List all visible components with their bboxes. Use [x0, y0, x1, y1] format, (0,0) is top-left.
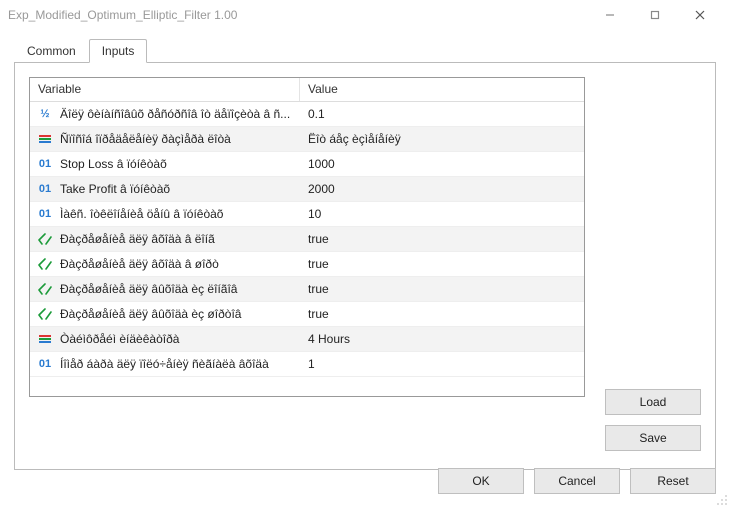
variable-cell: Ðàçðåøåíèå äëÿ âõîäà â øîðò	[30, 257, 300, 271]
table-row[interactable]: ½ Äîëÿ ôèíàíñîâûõ ðåñóðñîâ îò äåïîçèòà â …	[30, 102, 584, 127]
save-button[interactable]: Save	[605, 425, 701, 451]
variable-cell: 01 Take Profit â ïóíêòàõ	[30, 182, 300, 196]
variable-label: Ðàçðåøåíèå äëÿ âõîäà â øîðò	[60, 257, 219, 271]
tab-strip: Common Inputs	[14, 38, 716, 62]
variable-cell: 01 Íîìåð áàðà äëÿ ïîëó÷åíèÿ ñèãíàëà âõîäà	[30, 357, 300, 371]
title-bar: Exp_Modified_Optimum_Elliptic_Filter 1.0…	[0, 0, 730, 30]
variable-label: Take Profit â ïóíêòàõ	[60, 182, 170, 196]
integer-type-icon: 01	[36, 183, 54, 195]
inputs-panel: Variable Value ½ Äîëÿ ôèíàíñîâûõ ðåñóðñîâ…	[14, 62, 716, 470]
integer-type-icon: 01	[36, 208, 54, 220]
variable-label: Íîìåð áàðà äëÿ ïîëó÷åíèÿ ñèãíàëà âõîäà	[60, 357, 269, 371]
table-row[interactable]: Ðàçðåøåíèå äëÿ âõîäà â øîðò true	[30, 252, 584, 277]
enum-type-icon	[36, 135, 54, 143]
maximize-button[interactable]	[632, 0, 677, 30]
table-row[interactable]: 01 Stop Loss â ïóíêòàõ 1000	[30, 152, 584, 177]
tab-common[interactable]: Common	[14, 39, 89, 63]
side-buttons: Load Save	[605, 389, 701, 451]
boolean-type-icon	[36, 308, 54, 320]
variable-label: Ðàçðåøåíèå äëÿ âõîäà â ëîíã	[60, 232, 215, 246]
variable-label: Òàéìôðåéì èíäèêàòîðà	[60, 332, 179, 346]
variable-label: Ðàçðåøåíèå äëÿ âûõîäà èç ëîíãîâ	[60, 282, 237, 296]
header-variable[interactable]: Variable	[30, 78, 300, 101]
variable-cell: 01 Stop Loss â ïóíêòàõ	[30, 157, 300, 171]
table-row[interactable]: Ðàçðåøåíèå äëÿ âûõîäà èç øîðòîâ true	[30, 302, 584, 327]
ok-button[interactable]: OK	[438, 468, 524, 494]
table-row[interactable]: 01 Take Profit â ïóíêòàõ 2000	[30, 177, 584, 202]
value-cell[interactable]: 1	[300, 357, 584, 371]
minimize-button[interactable]	[587, 0, 632, 30]
variable-cell: Ðàçðåøåíèå äëÿ âûõîäà èç ëîíãîâ	[30, 282, 300, 296]
boolean-type-icon	[36, 258, 54, 270]
integer-type-icon: 01	[36, 358, 54, 370]
boolean-type-icon	[36, 283, 54, 295]
variable-cell: Ðàçðåøåíèå äëÿ âûõîäà èç øîðòîâ	[30, 307, 300, 321]
tab-inputs[interactable]: Inputs	[89, 39, 148, 63]
table-row[interactable]: Ñïîñîá îïðåäåëåíèÿ ðàçìåðà ëîòà Ëîò áåç è…	[30, 127, 584, 152]
value-cell[interactable]: 1000	[300, 157, 584, 171]
variable-label: Ìàêñ. îòêëîíåíèå öåíû â ïóíêòàõ	[60, 207, 223, 221]
cancel-button[interactable]: Cancel	[534, 468, 620, 494]
table-row[interactable]: Ðàçðåøåíèå äëÿ âûõîäà èç ëîíãîâ true	[30, 277, 584, 302]
boolean-type-icon	[36, 233, 54, 245]
parameters-grid[interactable]: Variable Value ½ Äîëÿ ôèíàíñîâûõ ðåñóðñîâ…	[29, 77, 585, 397]
value-cell[interactable]: true	[300, 232, 584, 246]
table-row[interactable]: 01 Íîìåð áàðà äëÿ ïîëó÷åíèÿ ñèãíàëà âõîäà…	[30, 352, 584, 377]
value-cell[interactable]: 2000	[300, 182, 584, 196]
fraction-type-icon: ½	[36, 108, 54, 120]
enum-type-icon	[36, 335, 54, 343]
table-row[interactable]: Ðàçðåøåíèå äëÿ âõîäà â ëîíã true	[30, 227, 584, 252]
header-value[interactable]: Value	[300, 78, 584, 101]
variable-cell: ½ Äîëÿ ôèíàíñîâûõ ðåñóðñîâ îò äåïîçèòà â …	[30, 107, 300, 121]
value-cell[interactable]: true	[300, 307, 584, 321]
value-cell[interactable]: 0.1	[300, 107, 584, 121]
value-cell[interactable]: 4 Hours	[300, 332, 584, 346]
variable-cell: Ñïîñîá îïðåäåëåíèÿ ðàçìåðà ëîòà	[30, 132, 300, 146]
table-row[interactable]: Òàéìôðåéì èíäèêàòîðà 4 Hours	[30, 327, 584, 352]
table-row[interactable]: 01 Ìàêñ. îòêëîíåíèå öåíû â ïóíêòàõ 10	[30, 202, 584, 227]
variable-cell: Òàéìôðåéì èíäèêàòîðà	[30, 332, 300, 346]
window-title: Exp_Modified_Optimum_Elliptic_Filter 1.0…	[8, 8, 587, 22]
close-button[interactable]	[677, 0, 722, 30]
value-cell[interactable]: 10	[300, 207, 584, 221]
variable-cell: Ðàçðåøåíèå äëÿ âõîäà â ëîíã	[30, 232, 300, 246]
grid-body: ½ Äîëÿ ôèíàíñîâûõ ðåñóðñîâ îò äåïîçèòà â …	[30, 102, 584, 377]
footer-buttons: OK Cancel Reset	[438, 468, 716, 494]
grid-header: Variable Value	[30, 78, 584, 102]
variable-label: Stop Loss â ïóíêòàõ	[60, 157, 167, 171]
integer-type-icon: 01	[36, 158, 54, 170]
variable-label: Ðàçðåøåíèå äëÿ âûõîäà èç øîðòîâ	[60, 307, 241, 321]
variable-cell: 01 Ìàêñ. îòêëîíåíèå öåíû â ïóíêòàõ	[30, 207, 300, 221]
value-cell[interactable]: Ëîò áåç èçìåíåíèÿ	[300, 132, 584, 146]
load-button[interactable]: Load	[605, 389, 701, 415]
resize-grip-icon[interactable]	[716, 494, 728, 506]
value-cell[interactable]: true	[300, 282, 584, 296]
variable-label: Äîëÿ ôèíàíñîâûõ ðåñóðñîâ îò äåïîçèòà â ñ…	[60, 107, 290, 121]
reset-button[interactable]: Reset	[630, 468, 716, 494]
value-cell[interactable]: true	[300, 257, 584, 271]
variable-label: Ñïîñîá îïðåäåëåíèÿ ðàçìåðà ëîòà	[60, 132, 231, 146]
content-area: Common Inputs Variable Value ½ Äîëÿ ôèíàí…	[0, 30, 730, 508]
